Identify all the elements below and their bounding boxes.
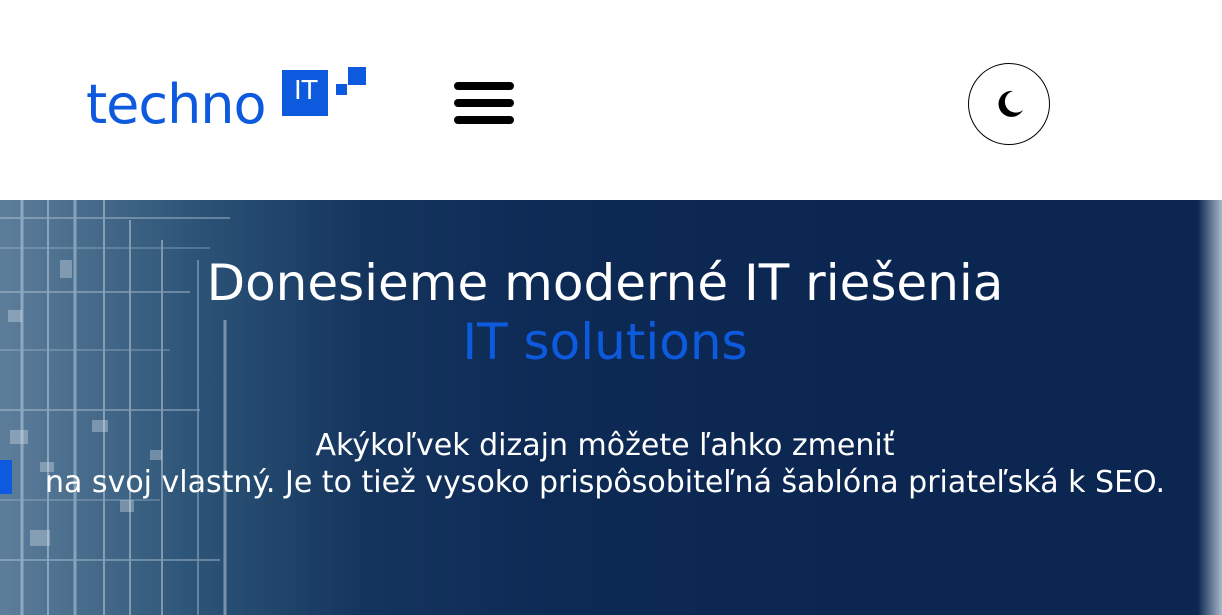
logo-pixel-large xyxy=(348,67,366,85)
logo-wordmark: techno xyxy=(86,73,267,136)
hero-description-line: na svoj vlastný. Je to tiež vysoko prisp… xyxy=(45,465,1165,500)
hamburger-menu-icon[interactable] xyxy=(454,82,514,126)
logo-badge-text: IT xyxy=(294,76,318,106)
hero-section: Donesieme moderné IT riešenia IT solutio… xyxy=(0,200,1222,615)
hero-description: Akýkoľvek dizajn môžete ľahko zmeniť na … xyxy=(10,427,1200,501)
hero-title: Donesieme moderné IT riešenia xyxy=(206,254,1004,312)
hero-description-line: Akýkoľvek dizajn môžete ľahko zmeniť xyxy=(315,428,895,463)
site-header: techno IT xyxy=(0,0,1222,200)
hamburger-line xyxy=(454,99,514,107)
moon-icon xyxy=(998,90,1023,117)
logo-badge: IT xyxy=(282,70,328,116)
hero-subtitle: IT solutions xyxy=(462,313,748,371)
theme-toggle-button[interactable] xyxy=(968,63,1050,145)
hamburger-line xyxy=(454,82,514,90)
site-logo[interactable]: techno IT xyxy=(86,66,386,136)
logo-pixel-small xyxy=(336,84,347,95)
hamburger-line xyxy=(454,116,514,124)
